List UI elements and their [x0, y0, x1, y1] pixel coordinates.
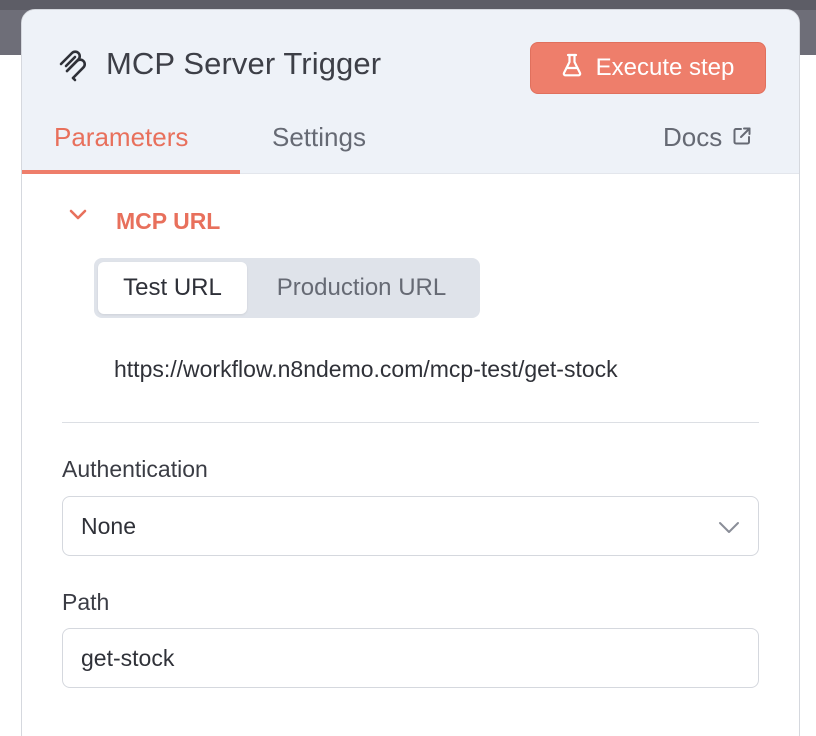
external-link-icon [732, 122, 752, 153]
execute-step-label: Execute step [595, 54, 735, 81]
mcp-url-value[interactable]: https://workflow.n8ndemo.com/mcp-test/ge… [114, 356, 618, 383]
tab-parameters[interactable]: Parameters [54, 122, 188, 153]
path-label: Path [62, 589, 110, 615]
tab-settings[interactable]: Settings [272, 122, 366, 153]
flask-icon [562, 53, 582, 84]
authentication-label: Authentication [62, 456, 208, 482]
chevron-down-icon[interactable] [66, 203, 90, 227]
mcp-icon [56, 50, 88, 82]
authentication-select[interactable]: None [62, 496, 759, 556]
url-type-toggle: Test URL Production URL [94, 258, 480, 318]
panel-header: MCP Server Trigger Execute step Paramete… [22, 10, 799, 174]
docs-label: Docs [663, 122, 723, 152]
execute-step-button[interactable]: Execute step [530, 42, 766, 94]
tab-docs[interactable]: Docs [663, 122, 752, 153]
authentication-value: None [81, 513, 136, 539]
active-tab-indicator [22, 170, 240, 174]
path-input[interactable] [62, 628, 759, 688]
node-details-panel: MCP Server Trigger Execute step Paramete… [21, 9, 800, 736]
production-url-option[interactable]: Production URL [247, 262, 476, 314]
node-title: MCP Server Trigger [106, 46, 382, 81]
mcp-url-section-title[interactable]: MCP URL [116, 208, 220, 235]
chevron-down-icon [716, 515, 742, 539]
section-divider [62, 422, 759, 423]
test-url-option[interactable]: Test URL [98, 262, 247, 314]
